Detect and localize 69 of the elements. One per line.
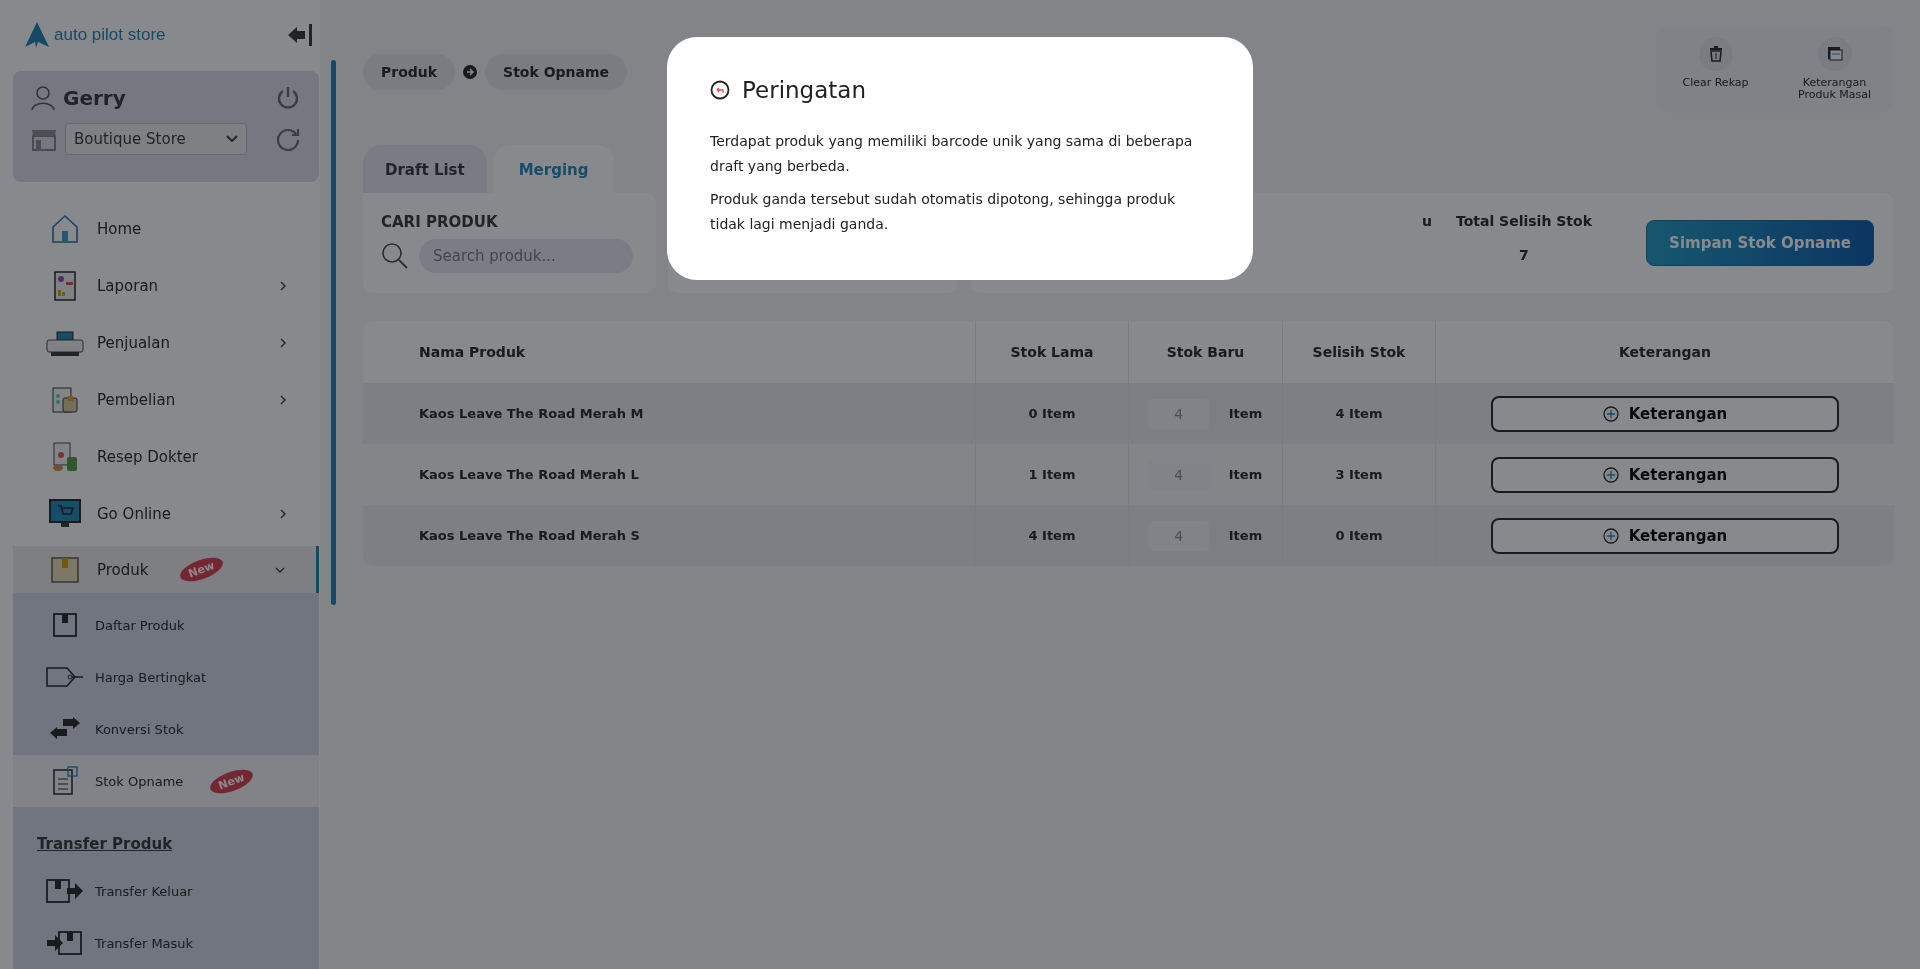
stat-label: u — [1422, 213, 1432, 229]
refresh-icon[interactable] — [275, 126, 301, 152]
menu-item[interactable]: Go Online — [13, 485, 319, 542]
swap-arrows-icon — [49, 717, 81, 741]
breadcrumb-item[interactable]: Produk — [363, 54, 456, 90]
plus-circle-icon — [1602, 527, 1619, 544]
save-button[interactable]: Simpan Stok Opname — [1646, 220, 1874, 266]
note-button[interactable]: Keterangan — [1491, 456, 1839, 493]
table-cell: Kaos Leave The Road Merah S — [363, 505, 976, 566]
scrollbar[interactable] — [331, 60, 336, 605]
monitor-cart-icon — [48, 497, 82, 530]
arrow-right-icon — [463, 65, 478, 79]
unit-label: Item — [1228, 467, 1263, 482]
section-heading[interactable]: Transfer Produk — [13, 807, 173, 865]
box-icon — [51, 611, 79, 639]
table-cell: 4 Item — [976, 505, 1129, 566]
collapse-sidebar-icon[interactable] — [286, 22, 314, 48]
note-button[interactable]: Keterangan — [1491, 517, 1839, 554]
price-tag-icon — [45, 666, 85, 688]
submenu-item[interactable]: Daftar Produk — [13, 599, 319, 651]
submenu-item[interactable]: Konversi Stok — [13, 703, 319, 755]
unit-label: Item — [1228, 406, 1263, 421]
action-label[interactable]: Clear Rekap — [1682, 77, 1749, 90]
stat-value: 7 — [1519, 247, 1529, 263]
action-label[interactable]: Keterangan Produk Masal — [1783, 77, 1886, 102]
breadcrumb-item[interactable]: Stok Opname — [485, 54, 628, 90]
search-label: CARI PRODUK — [381, 213, 499, 231]
menu-item[interactable]: Pembelian — [13, 371, 319, 428]
box-arrow-out-icon — [45, 877, 85, 905]
box-icon — [49, 555, 81, 584]
power-icon[interactable] — [275, 85, 301, 111]
unit-label: Item — [1228, 528, 1263, 543]
dialog-title: Peringatan — [742, 77, 866, 103]
search-field[interactable]: Search produk... — [419, 239, 633, 273]
menu-item[interactable]: Resep Dokter — [13, 428, 319, 485]
submenu-item[interactable]: Transfer Masuk — [13, 917, 319, 969]
logo-text: auto pilot store — [54, 25, 166, 45]
house-icon — [49, 212, 81, 245]
action-button[interactable] — [1698, 37, 1733, 71]
table-cell: 0 Item — [1283, 505, 1436, 566]
submenu-item[interactable]: Harga Bertingkat — [13, 651, 319, 703]
action-button[interactable] — [1817, 37, 1852, 71]
user-name: Gerry — [63, 86, 127, 110]
plus-circle-icon — [1602, 405, 1619, 422]
menu-item[interactable]: Home — [13, 200, 319, 257]
checklist-icon — [51, 766, 79, 796]
box-arrow-in-icon — [45, 929, 85, 957]
search-icon — [381, 242, 409, 270]
logo-icon — [24, 21, 50, 49]
tab[interactable]: Merging — [492, 145, 615, 193]
tab[interactable]: Draft List — [363, 145, 487, 193]
store-icon — [31, 127, 57, 151]
undo-icon — [710, 80, 730, 100]
menu-item[interactable]: Produk New — [13, 546, 319, 593]
menu-item[interactable]: Laporan — [13, 257, 319, 314]
note-button[interactable]: Keterangan — [1491, 395, 1839, 432]
trash-icon — [1708, 46, 1723, 62]
dialog-text: Produk ganda tersebut sudah otomatis dipotong, sehingga produk tidak lagi menjadi ganda. — [710, 190, 1177, 234]
dialog-text: Terdapat produk yang memiliki barcode unik yang sama di beberapa draft yang berbeda. — [710, 132, 1194, 176]
store-select[interactable]: Boutique Store — [65, 123, 247, 155]
menu-item[interactable]: Penjualan — [13, 314, 319, 371]
submenu-item[interactable]: Transfer Keluar — [13, 865, 319, 917]
submenu-item[interactable]: Stok Opname New — [13, 755, 319, 807]
user-icon — [31, 85, 55, 111]
plus-circle-icon — [1602, 466, 1619, 483]
chevron-down-icon — [226, 135, 238, 143]
document-icon — [1825, 46, 1844, 62]
column-header: Keterangan — [1617, 343, 1712, 362]
stat-label: Total Selisih Stok — [1455, 213, 1592, 229]
